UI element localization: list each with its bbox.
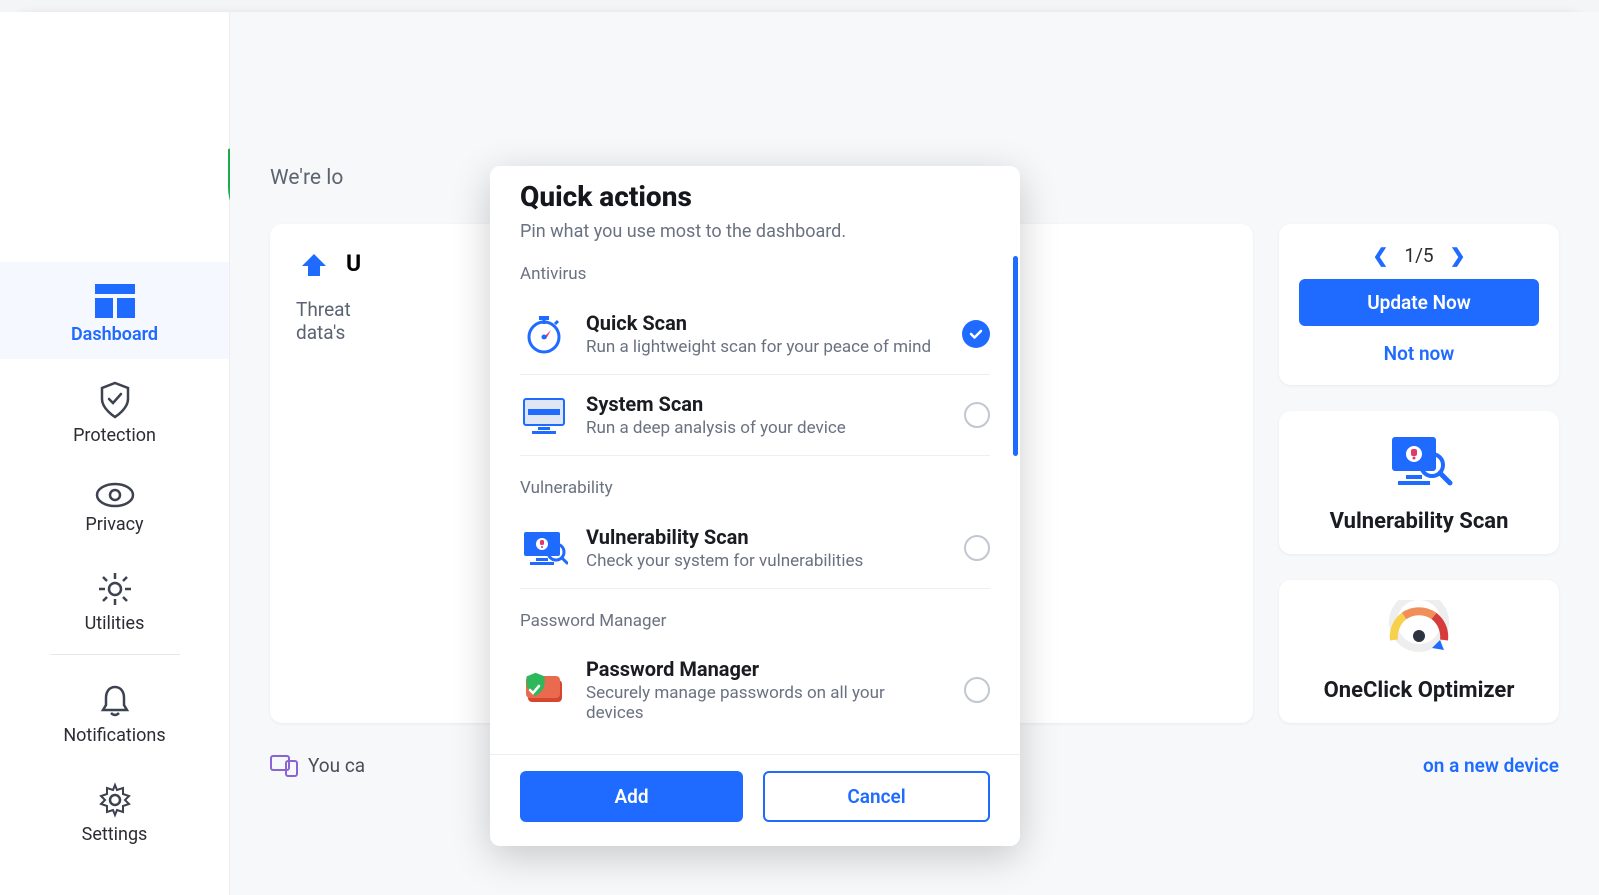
sidebar-divider — [50, 654, 180, 655]
pager-text: 1/5 — [1404, 244, 1433, 267]
cancel-button[interactable]: Cancel — [763, 771, 990, 822]
modal-title: Quick actions — [520, 180, 990, 213]
sidebar-item-label: Protection — [73, 425, 156, 446]
optimizer-gauge-icon — [1384, 600, 1454, 660]
settings-icon — [97, 782, 133, 818]
install-new-device-link[interactable]: on a new device — [1423, 754, 1559, 777]
gear-icon — [97, 571, 133, 607]
quick-actions-modal: Quick actions Pin what you use most to t… — [490, 166, 1020, 846]
vuln-scan-desc: Check your system for vulnerabilities — [586, 551, 946, 571]
vulnerability-card[interactable]: Vulnerability Scan — [1279, 411, 1559, 554]
promo-card: ❮ 1/5 ❯ Update Now Not now — [1279, 224, 1559, 385]
pwd-mgr-checkbox[interactable] — [964, 677, 990, 703]
pager-prev[interactable]: ❮ — [1372, 244, 1388, 267]
pager-next[interactable]: ❯ — [1450, 244, 1466, 267]
sidebar-item-label: Settings — [82, 824, 148, 845]
sidebar-item-settings[interactable]: Settings — [0, 760, 229, 859]
modal-scrollbar[interactable] — [1013, 256, 1018, 456]
sidebar-item-notifications[interactable]: Notifications — [0, 661, 229, 760]
optimizer-title: OneClick Optimizer — [1299, 678, 1539, 703]
vulnerability-title: Vulnerability Scan — [1299, 509, 1539, 534]
vuln-scan-title: Vulnerability Scan — [586, 525, 946, 549]
quick-scan-title: Quick Scan — [586, 311, 944, 335]
not-now-link[interactable]: Not now — [1299, 342, 1539, 365]
section-vulnerability: Vulnerability — [520, 478, 990, 498]
action-quick-scan[interactable]: Quick Scan Run a lightweight scan for yo… — [520, 294, 990, 375]
eye-icon — [95, 482, 135, 508]
sidebar-item-protection[interactable]: Protection — [0, 359, 229, 460]
vulnerability-scan-icon — [1384, 431, 1454, 491]
sidebar-item-label: Utilities — [85, 613, 145, 634]
action-vulnerability-scan[interactable]: Vulnerability Scan Check your system for… — [520, 508, 990, 589]
sidebar-item-label: Dashboard — [71, 324, 158, 345]
wallet-shield-icon — [520, 666, 568, 714]
section-password: Password Manager — [520, 611, 990, 631]
stopwatch-icon — [520, 310, 568, 358]
sidebar-item-label: Notifications — [63, 725, 165, 746]
cloud-upload-icon — [296, 250, 332, 280]
pwd-mgr-title: Password Manager — [586, 657, 946, 681]
system-scan-checkbox[interactable] — [964, 402, 990, 428]
pwd-mgr-desc: Securely manage passwords on all your de… — [586, 683, 946, 723]
quick-scan-checkbox[interactable] — [962, 320, 990, 348]
devices-icon — [270, 753, 298, 777]
sidebar-item-utilities[interactable]: Utilities — [0, 549, 229, 648]
monitor-scan-icon — [520, 391, 568, 439]
section-antivirus: Antivirus — [520, 264, 990, 284]
action-system-scan[interactable]: System Scan Run a deep analysis of your … — [520, 375, 990, 456]
sidebar-item-dashboard[interactable]: Dashboard — [0, 262, 229, 359]
dashboard-icon — [95, 284, 135, 318]
system-scan-title: System Scan — [586, 392, 946, 416]
system-scan-desc: Run a deep analysis of your device — [586, 418, 946, 438]
quick-scan-desc: Run a lightweight scan for your peace of… — [586, 337, 944, 357]
shield-icon — [98, 381, 132, 419]
sidebar-item-privacy[interactable]: Privacy — [0, 460, 229, 549]
promo-pager: ❮ 1/5 ❯ — [1299, 244, 1539, 267]
modal-subtitle: Pin what you use most to the dashboard. — [520, 221, 990, 242]
install-prefix: You ca — [308, 754, 365, 777]
threat-title: U — [346, 250, 361, 277]
modal-footer: Add Cancel — [490, 754, 1020, 822]
vulnerability-icon — [520, 524, 568, 572]
action-password-manager[interactable]: Password Manager Securely manage passwor… — [520, 641, 990, 739]
add-button[interactable]: Add — [520, 771, 743, 822]
sidebar-item-label: Privacy — [85, 514, 143, 535]
sidebar: Dashboard Protection Privacy — [0, 12, 230, 895]
update-now-button[interactable]: Update Now — [1299, 279, 1539, 326]
optimizer-card[interactable]: OneClick Optimizer — [1279, 580, 1559, 723]
bell-icon — [99, 683, 131, 719]
vuln-scan-checkbox[interactable] — [964, 535, 990, 561]
